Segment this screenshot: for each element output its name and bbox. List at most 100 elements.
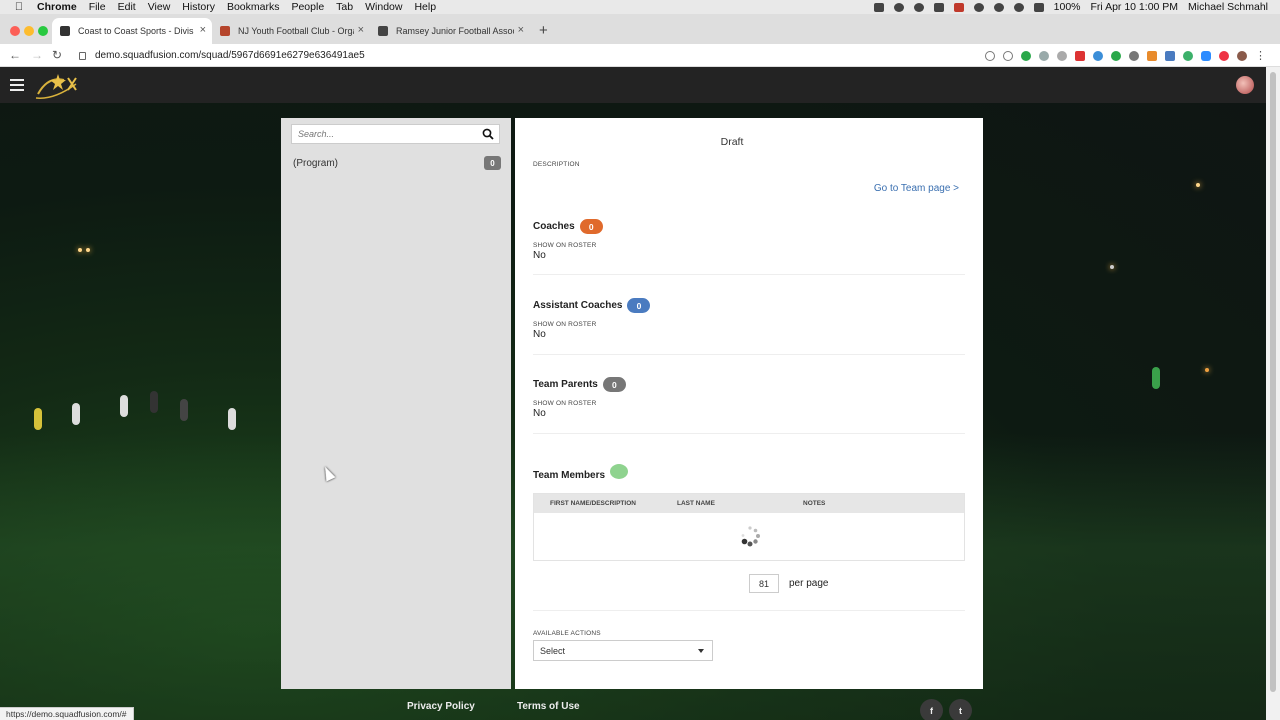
goalkeeper — [1152, 367, 1160, 389]
battery-percentage[interactable]: 100% — [1054, 1, 1081, 13]
tab-ramsey-junior-football[interactable]: Ramsey Junior Football Associ × — [370, 18, 530, 44]
clock[interactable]: Fri Apr 10 1:00 PM — [1091, 1, 1179, 13]
dropbox-icon[interactable] — [873, 2, 884, 12]
extension-icon[interactable] — [1165, 50, 1175, 61]
chrome-menu-icon[interactable]: ⋮ — [1255, 49, 1266, 62]
cloud-icon[interactable] — [893, 2, 904, 12]
wifi-icon[interactable] — [993, 2, 1004, 12]
grammarly-icon[interactable] — [1183, 50, 1193, 61]
menu-edit[interactable]: Edit — [118, 1, 136, 13]
assistant-coaches-count-badge[interactable]: 0 — [627, 298, 651, 313]
volume-icon[interactable] — [1033, 2, 1044, 12]
menu-bookmarks[interactable]: Bookmarks — [227, 1, 280, 13]
tab-close-icon[interactable]: × — [518, 24, 524, 36]
show-on-roster-label: SHOW ON ROSTER — [533, 242, 597, 249]
column-first-name[interactable]: FIRST NAME/DESCRIPTION — [550, 500, 636, 507]
divider — [533, 274, 965, 275]
menu-file[interactable]: File — [89, 1, 106, 13]
tab-favicon-icon — [378, 26, 388, 36]
column-notes[interactable]: NOTES — [803, 500, 825, 507]
tab-title: NJ Youth Football Club - Orga — [238, 26, 354, 36]
search-input[interactable] — [292, 125, 477, 143]
back-icon[interactable]: ← — [9, 48, 21, 62]
forward-icon[interactable]: → — [31, 48, 43, 62]
team-parents-count-badge[interactable]: 0 — [602, 377, 626, 392]
user-avatar[interactable] — [1236, 76, 1254, 94]
menu-view[interactable]: View — [148, 1, 171, 13]
sidebar-item-label: (Program) — [293, 157, 339, 169]
tab-title: Ramsey Junior Football Associ — [396, 26, 514, 36]
extension-icon[interactable] — [1093, 50, 1103, 61]
tab-close-icon[interactable]: × — [358, 24, 364, 36]
star-icon[interactable] — [1003, 50, 1013, 61]
zoom-icon[interactable] — [985, 50, 995, 61]
tab-favicon-icon — [60, 26, 70, 36]
club-logo[interactable] — [34, 70, 84, 100]
available-actions-select[interactable]: Select — [533, 640, 713, 661]
column-last-name[interactable]: LAST NAME — [677, 500, 715, 507]
search-icon[interactable] — [973, 2, 984, 12]
per-page-input[interactable] — [749, 574, 779, 593]
go-to-team-page-link[interactable]: Go to Team page > — [874, 183, 959, 194]
facebook-icon[interactable]: f — [920, 699, 943, 720]
coaches-count-badge[interactable]: 0 — [579, 219, 603, 234]
extension-icon[interactable] — [1039, 50, 1049, 61]
time-machine-icon[interactable] — [1013, 2, 1024, 12]
table-header: FIRST NAME/DESCRIPTION LAST NAME NOTES — [534, 494, 964, 513]
apple-icon[interactable]:  — [13, 1, 25, 13]
evernote-icon[interactable] — [1111, 50, 1121, 61]
macos-menu-bar:  Chrome File Edit View History Bookmark… — [0, 0, 1280, 14]
privacy-policy-link[interactable]: Privacy Policy — [407, 701, 475, 712]
menu-history[interactable]: History — [182, 1, 215, 13]
menu-help[interactable]: Help — [414, 1, 436, 13]
sidebar-item-program[interactable]: (Program) 0 — [293, 156, 501, 170]
record-icon[interactable] — [913, 2, 924, 12]
page-scrollbar[interactable] — [1266, 67, 1280, 720]
tab-coast-to-coast[interactable]: Coast to Coast Sports - Divisio × — [52, 18, 212, 44]
tab-favicon-icon — [220, 26, 230, 36]
tab-close-icon[interactable]: × — [200, 24, 206, 36]
search-icon[interactable] — [482, 128, 494, 140]
calendar-icon[interactable] — [953, 2, 964, 12]
address-url[interactable]: demo.squadfusion.com/squad/5967d6691e627… — [95, 50, 365, 61]
google-icon[interactable] — [1219, 50, 1229, 61]
team-members-title: Team Members — [533, 470, 606, 481]
fullscreen-window-button[interactable] — [38, 26, 48, 36]
menu-app-chrome[interactable]: Chrome — [37, 1, 77, 13]
new-tab-button[interactable]: + — [539, 22, 548, 39]
profile-avatar[interactable] — [1237, 50, 1247, 61]
team-parents-title: Team Parents — [533, 379, 598, 390]
scrollbar-thumb[interactable] — [1270, 72, 1276, 692]
screen-icon[interactable] — [933, 2, 944, 12]
divider — [533, 610, 965, 611]
twitter-icon[interactable]: t — [949, 699, 972, 720]
available-actions-label: AVAILABLE ACTIONS — [533, 630, 601, 637]
assistant-coaches-title: Assistant Coaches — [533, 300, 623, 311]
soccer-player — [120, 395, 128, 417]
show-on-roster-value: No — [533, 329, 546, 340]
extension-icon[interactable] — [1057, 50, 1067, 61]
app-header — [0, 67, 1266, 103]
show-on-roster-value: No — [533, 408, 546, 419]
terms-of-use-link[interactable]: Terms of Use — [517, 701, 580, 712]
extension-icon[interactable] — [1129, 50, 1139, 61]
team-detail-panel: Draft DESCRIPTION Go to Team page > Coac… — [515, 118, 983, 689]
menu-tab[interactable]: Tab — [336, 1, 353, 13]
zoom-meeting-icon[interactable] — [1201, 50, 1211, 61]
menu-people[interactable]: People — [291, 1, 324, 13]
close-window-button[interactable] — [10, 26, 20, 36]
address-bar[interactable]: demo.squadfusion.com/squad/5967d6691e627… — [75, 46, 955, 65]
tab-nj-youth-football[interactable]: NJ Youth Football Club - Orga × — [212, 18, 370, 44]
minimize-window-button[interactable] — [24, 26, 34, 36]
user-menu[interactable]: Michael Schmahl — [1188, 1, 1268, 13]
extensions-area: ⋮ — [985, 49, 1266, 62]
stadium-light — [86, 248, 90, 252]
menu-window[interactable]: Window — [365, 1, 402, 13]
extension-icon[interactable] — [1147, 50, 1157, 61]
extension-icon[interactable] — [1075, 50, 1085, 61]
assistant-coaches-section: Assistant Coaches 0 SHOW ON ROSTER No — [533, 298, 965, 340]
hamburger-menu-icon[interactable] — [10, 79, 24, 91]
reload-icon[interactable]: ↻ — [52, 48, 62, 62]
browser-status-url: https://demo.squadfusion.com/# — [0, 707, 134, 720]
extension-icon[interactable] — [1021, 50, 1031, 61]
